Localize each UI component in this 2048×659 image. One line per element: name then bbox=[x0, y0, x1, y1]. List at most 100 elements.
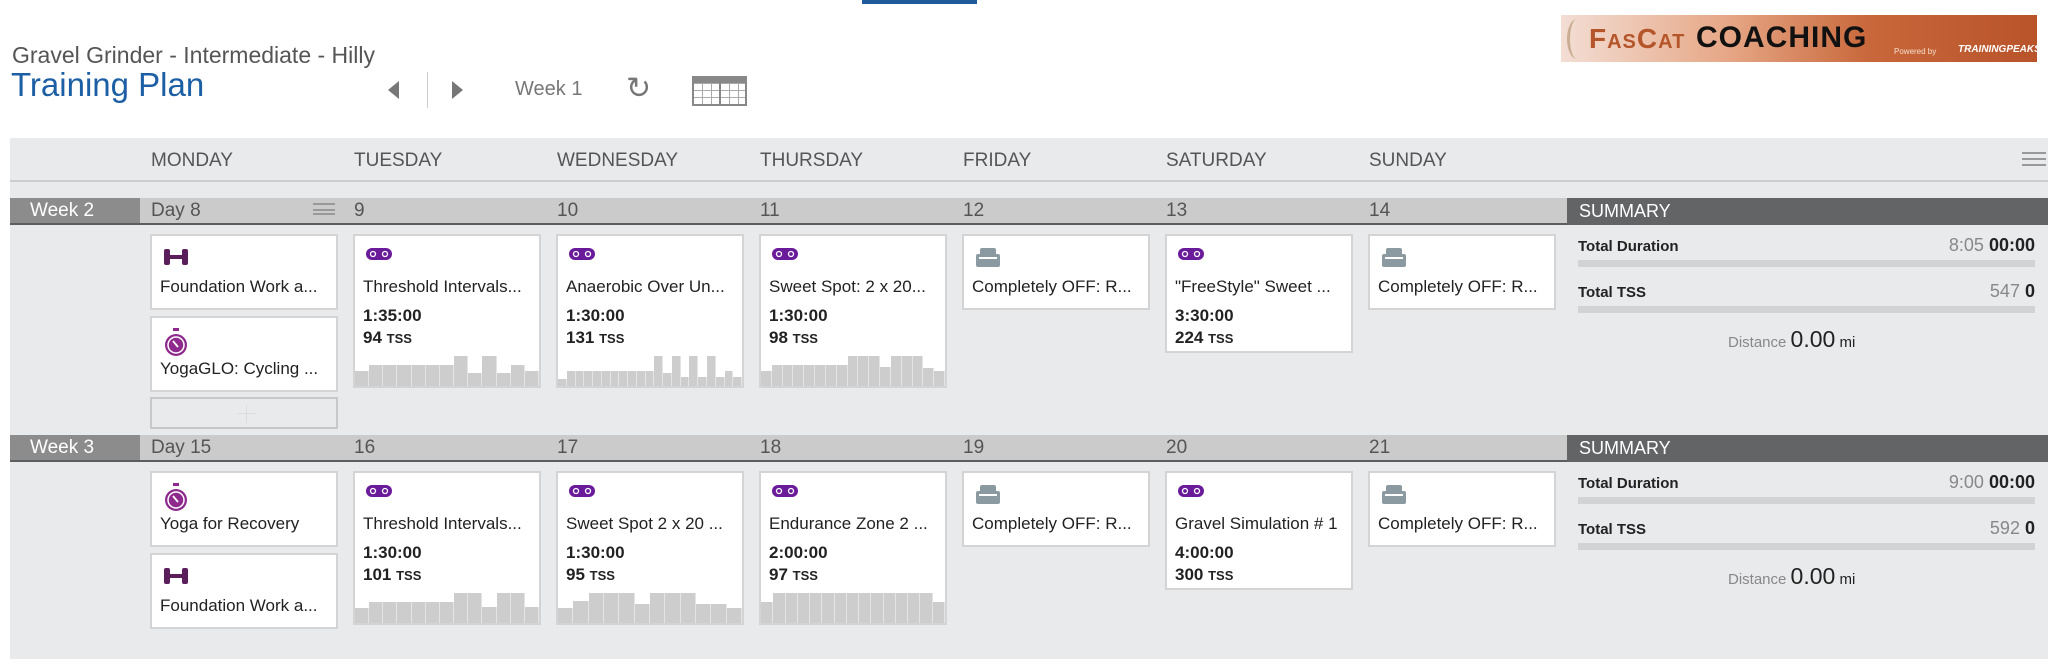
profile-bar bbox=[715, 377, 725, 386]
next-week-button[interactable] bbox=[452, 81, 463, 99]
profile-bar bbox=[923, 368, 935, 386]
bike-icon bbox=[771, 246, 799, 267]
workout-card[interactable]: Completely OFF: R... bbox=[1368, 471, 1556, 547]
workout-card[interactable]: Gravel Simulation # 1 4:00:00 300 TSS bbox=[1165, 471, 1353, 590]
profile-bar bbox=[383, 365, 398, 386]
distance-unit: mi bbox=[1839, 571, 1856, 588]
workout-card[interactable]: Sweet Spot 2 x 20 ... 1:30:00 95 TSS bbox=[556, 471, 744, 625]
workout-card[interactable]: Foundation Work a... bbox=[150, 234, 338, 310]
workout-title: Threshold Intervals... bbox=[363, 514, 522, 533]
workout-tss: 224 TSS bbox=[1175, 328, 1233, 348]
workout-title: Sweet Spot 2 x 20 ... bbox=[566, 514, 723, 533]
profile-bar bbox=[761, 602, 774, 623]
profile-bar bbox=[383, 602, 398, 623]
weekday-header: MONDAY TUESDAY WEDNESDAY THURSDAY FRIDAY SATU… bbox=[10, 138, 2048, 182]
day-menu-icon[interactable] bbox=[313, 203, 335, 215]
workout-card[interactable]: Yoga for Recovery bbox=[150, 471, 338, 547]
profile-bar bbox=[934, 371, 945, 386]
tss-unit: TSS bbox=[1208, 568, 1234, 583]
profile-bar bbox=[566, 371, 576, 386]
stopwatch-icon bbox=[162, 328, 190, 363]
workout-card[interactable]: Threshold Intervals... 1:35:00 94 TSS bbox=[353, 234, 541, 388]
total-tss-label: Total TSS bbox=[1578, 284, 1647, 301]
workout-card[interactable]: Anaerobic Over Un... 1:30:00 131 TSS bbox=[556, 234, 744, 388]
day-number: 21 bbox=[1369, 437, 1391, 458]
workout-card[interactable]: Endurance Zone 2 ... 2:00:00 97 TSS bbox=[759, 471, 947, 625]
workout-card[interactable]: Completely OFF: R... bbox=[962, 234, 1150, 310]
profile-bar bbox=[711, 603, 727, 623]
profile-bar bbox=[689, 356, 699, 386]
profile-bar bbox=[771, 365, 783, 386]
profile-bar bbox=[859, 593, 872, 623]
previous-week-button[interactable] bbox=[388, 81, 399, 99]
workout-card[interactable]: Completely OFF: R... bbox=[962, 471, 1150, 547]
total-duration-planned: 8:05 bbox=[1948, 235, 1984, 255]
profile-bar bbox=[797, 593, 811, 623]
workout-card[interactable]: Sweet Spot: 2 x 20... 1:30:00 98 TSS bbox=[759, 234, 947, 388]
workout-tss: 300 TSS bbox=[1175, 565, 1233, 585]
profile-bar bbox=[663, 372, 672, 386]
week-label: Week 2 bbox=[10, 198, 140, 223]
profile-bar bbox=[836, 365, 848, 386]
profile-bar bbox=[724, 371, 734, 386]
profile-bar bbox=[619, 593, 635, 623]
active-tab-indicator bbox=[862, 0, 977, 4]
distance-summary: Distance 0.00 mi bbox=[1728, 326, 2028, 353]
workout-card[interactable]: "FreeStyle" Sweet ... 3:30:00 224 TSS bbox=[1165, 234, 1353, 353]
total-tss-row: Total TSS 592 0 bbox=[1578, 518, 2035, 538]
workout-card[interactable]: YogaGLO: Cycling ... bbox=[150, 316, 338, 392]
distance-unit: mi bbox=[1839, 334, 1856, 351]
tss-value: 131 bbox=[566, 328, 595, 347]
total-duration-planned: 9:00 bbox=[1948, 472, 1984, 492]
stopwatch-icon bbox=[162, 483, 190, 518]
profile-bar bbox=[871, 593, 884, 623]
profile-bar bbox=[468, 593, 483, 623]
profile-bar bbox=[397, 602, 412, 623]
profile-bar bbox=[355, 608, 370, 623]
weekday-saturday: SATURDAY bbox=[1166, 150, 1267, 171]
workout-duration: 4:00:00 bbox=[1175, 543, 1234, 562]
workout-tss: 98 TSS bbox=[769, 328, 818, 348]
calendar-icon[interactable] bbox=[692, 76, 747, 106]
tss-value: 95 bbox=[566, 565, 585, 584]
profile-bar bbox=[558, 378, 567, 386]
workout-duration: 1:30:00 bbox=[566, 543, 625, 562]
profile-bar bbox=[397, 365, 412, 386]
tss-value: 97 bbox=[769, 565, 788, 584]
tss-unit: TSS bbox=[1208, 331, 1234, 346]
workout-profile-chart bbox=[761, 356, 945, 386]
profile-bar bbox=[782, 365, 794, 386]
workout-card[interactable]: Threshold Intervals... 1:30:00 101 TSS bbox=[353, 471, 541, 625]
profile-bar bbox=[593, 371, 602, 386]
workout-title: Sweet Spot: 2 x 20... bbox=[769, 277, 926, 296]
weekday-wednesday: WEDNESDAY bbox=[557, 150, 679, 171]
profile-bar bbox=[671, 356, 681, 386]
total-duration-label: Total Duration bbox=[1578, 475, 1679, 492]
workout-card[interactable]: Foundation Work a... bbox=[150, 553, 338, 629]
day-number: 19 bbox=[963, 437, 985, 458]
total-duration-row: Total Duration 8:05 00:00 bbox=[1578, 235, 2035, 255]
profile-bar bbox=[810, 593, 823, 623]
workout-card[interactable]: Completely OFF: R... bbox=[1368, 234, 1556, 310]
profile-bar bbox=[834, 593, 847, 623]
dumbbell-icon bbox=[162, 246, 190, 273]
total-tss-value: 547 0 bbox=[1990, 281, 2035, 302]
bike-icon bbox=[365, 483, 393, 504]
workout-duration: 1:35:00 bbox=[363, 306, 422, 325]
workout-title: Completely OFF: R... bbox=[972, 514, 1132, 533]
bike-icon bbox=[568, 483, 596, 504]
profile-bar bbox=[636, 371, 646, 386]
workout-tss: 101 TSS bbox=[363, 565, 421, 585]
workout-profile-chart bbox=[355, 356, 539, 386]
tss-unit: TSS bbox=[792, 331, 818, 346]
refresh-icon[interactable]: ↻ bbox=[626, 74, 651, 104]
profile-bar bbox=[628, 371, 637, 386]
workout-title: "FreeStyle" Sweet ... bbox=[1175, 277, 1331, 296]
profile-bar bbox=[558, 608, 574, 623]
profile-bar bbox=[890, 356, 902, 386]
add-workout-button[interactable] bbox=[150, 397, 338, 429]
settings-menu-icon[interactable] bbox=[2022, 152, 2046, 166]
weekday-monday: MONDAY bbox=[151, 150, 233, 171]
profile-bar bbox=[482, 606, 497, 623]
total-duration-completed: 00:00 bbox=[1988, 472, 2035, 492]
